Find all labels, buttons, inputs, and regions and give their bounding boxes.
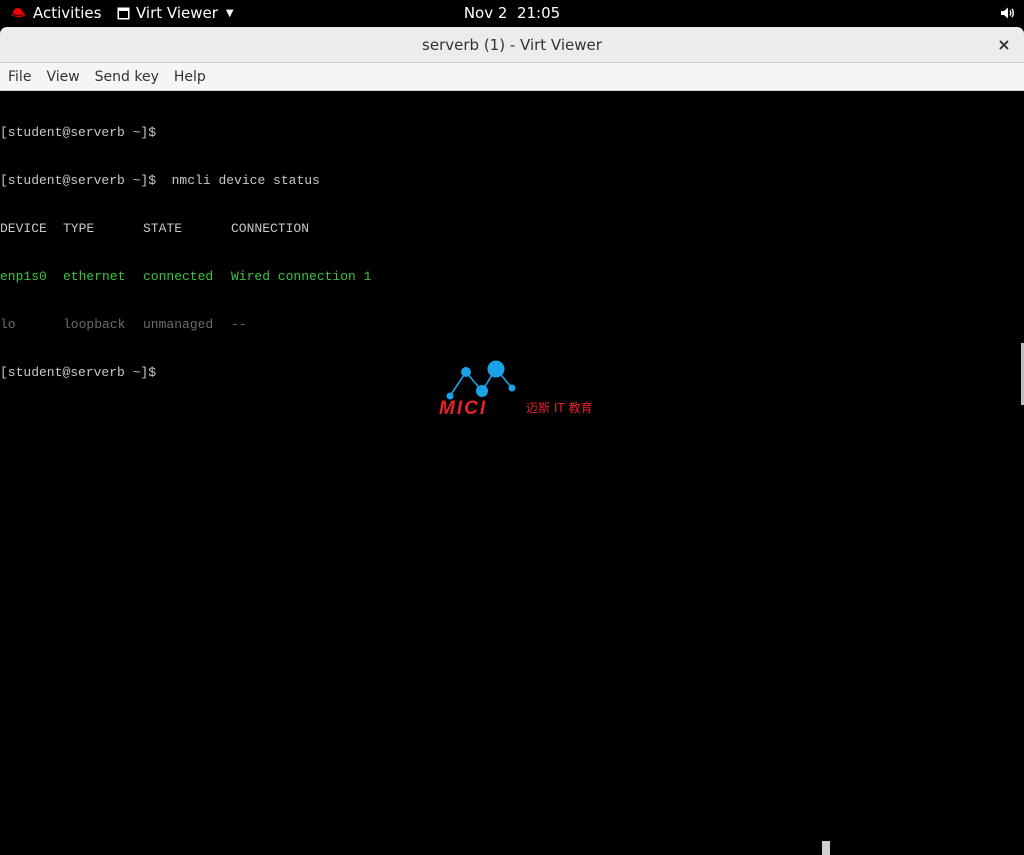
terminal-output: [student@serverb ~]$ [student@serverb ~]… xyxy=(0,93,371,413)
menu-send-key[interactable]: Send key xyxy=(95,63,167,91)
activities-label: Activities xyxy=(33,4,102,22)
date-label: Nov 2 xyxy=(463,4,508,22)
shell-prompt: [student@serverb ~]$ xyxy=(0,125,157,140)
logo-brand: MICI xyxy=(439,398,487,418)
header-type: TYPE xyxy=(63,221,95,236)
window-titlebar[interactable]: serverb (1) - Virt Viewer × xyxy=(0,27,1024,63)
app-menu-button[interactable]: Virt Viewer ▼ xyxy=(117,0,234,26)
logo-graphic: MICI 迈斯 IT 教育 xyxy=(439,360,593,419)
connection-cell: Wired connection 1 xyxy=(231,269,372,284)
menu-help[interactable]: Help xyxy=(174,63,214,91)
device-cell: lo xyxy=(0,317,16,332)
table-row: enp1s0 ethernet connected Wired connecti… xyxy=(0,269,371,285)
chevron-down-icon: ▼ xyxy=(225,7,234,19)
window-icon xyxy=(117,7,130,19)
activities-button[interactable]: Activities xyxy=(10,0,101,26)
menu-bar: File View Send key Help xyxy=(0,63,1024,91)
shell-command: nmcli device status xyxy=(156,173,320,188)
header-device: DEVICE xyxy=(0,221,47,236)
shell-prompt: [student@serverb ~]$ xyxy=(0,365,157,380)
time-label: 21:05 xyxy=(516,4,561,22)
connection-cell: -- xyxy=(231,317,247,332)
gnome-top-bar: Activities Virt Viewer ▼ Nov 2 21:05 xyxy=(0,0,1024,26)
redhat-icon xyxy=(11,8,26,17)
header-connection: CONNECTION xyxy=(231,221,310,236)
menu-file[interactable]: File xyxy=(8,63,39,91)
app-menu-label: Virt Viewer xyxy=(136,4,218,22)
clock-button[interactable]: Nov 2 21:05 xyxy=(464,4,560,22)
shell-prompt: [student@serverb ~]$ xyxy=(0,173,157,188)
menu-view[interactable]: View xyxy=(46,63,87,91)
table-row: lo loopback unmanaged -- xyxy=(0,317,371,333)
table-header-row: DEVICE TYPE STATE CONNECTION xyxy=(0,221,371,237)
device-cell: enp1s0 xyxy=(0,269,47,284)
header-state: STATE xyxy=(143,221,183,236)
window-title: serverb (1) - Virt Viewer xyxy=(422,36,602,54)
state-cell: unmanaged xyxy=(143,317,214,332)
terminal-line: [student@serverb ~]$ nmcli device status xyxy=(0,173,371,189)
close-button[interactable]: × xyxy=(994,35,1014,55)
mouse-cursor xyxy=(822,841,830,855)
state-cell: connected xyxy=(143,269,214,284)
volume-icon[interactable] xyxy=(1000,6,1016,20)
mici-watermark-logo: MICI 迈斯 IT 教育 xyxy=(438,356,613,419)
type-cell: loopback xyxy=(63,317,126,332)
type-cell: ethernet xyxy=(63,269,126,284)
logo-subtitle: 迈斯 IT 教育 xyxy=(526,400,593,415)
terminal-line: [student@serverb ~]$ xyxy=(0,365,371,381)
guest-console[interactable]: [student@serverb ~]$ [student@serverb ~]… xyxy=(0,92,1024,855)
terminal-line: [student@serverb ~]$ xyxy=(0,125,371,141)
